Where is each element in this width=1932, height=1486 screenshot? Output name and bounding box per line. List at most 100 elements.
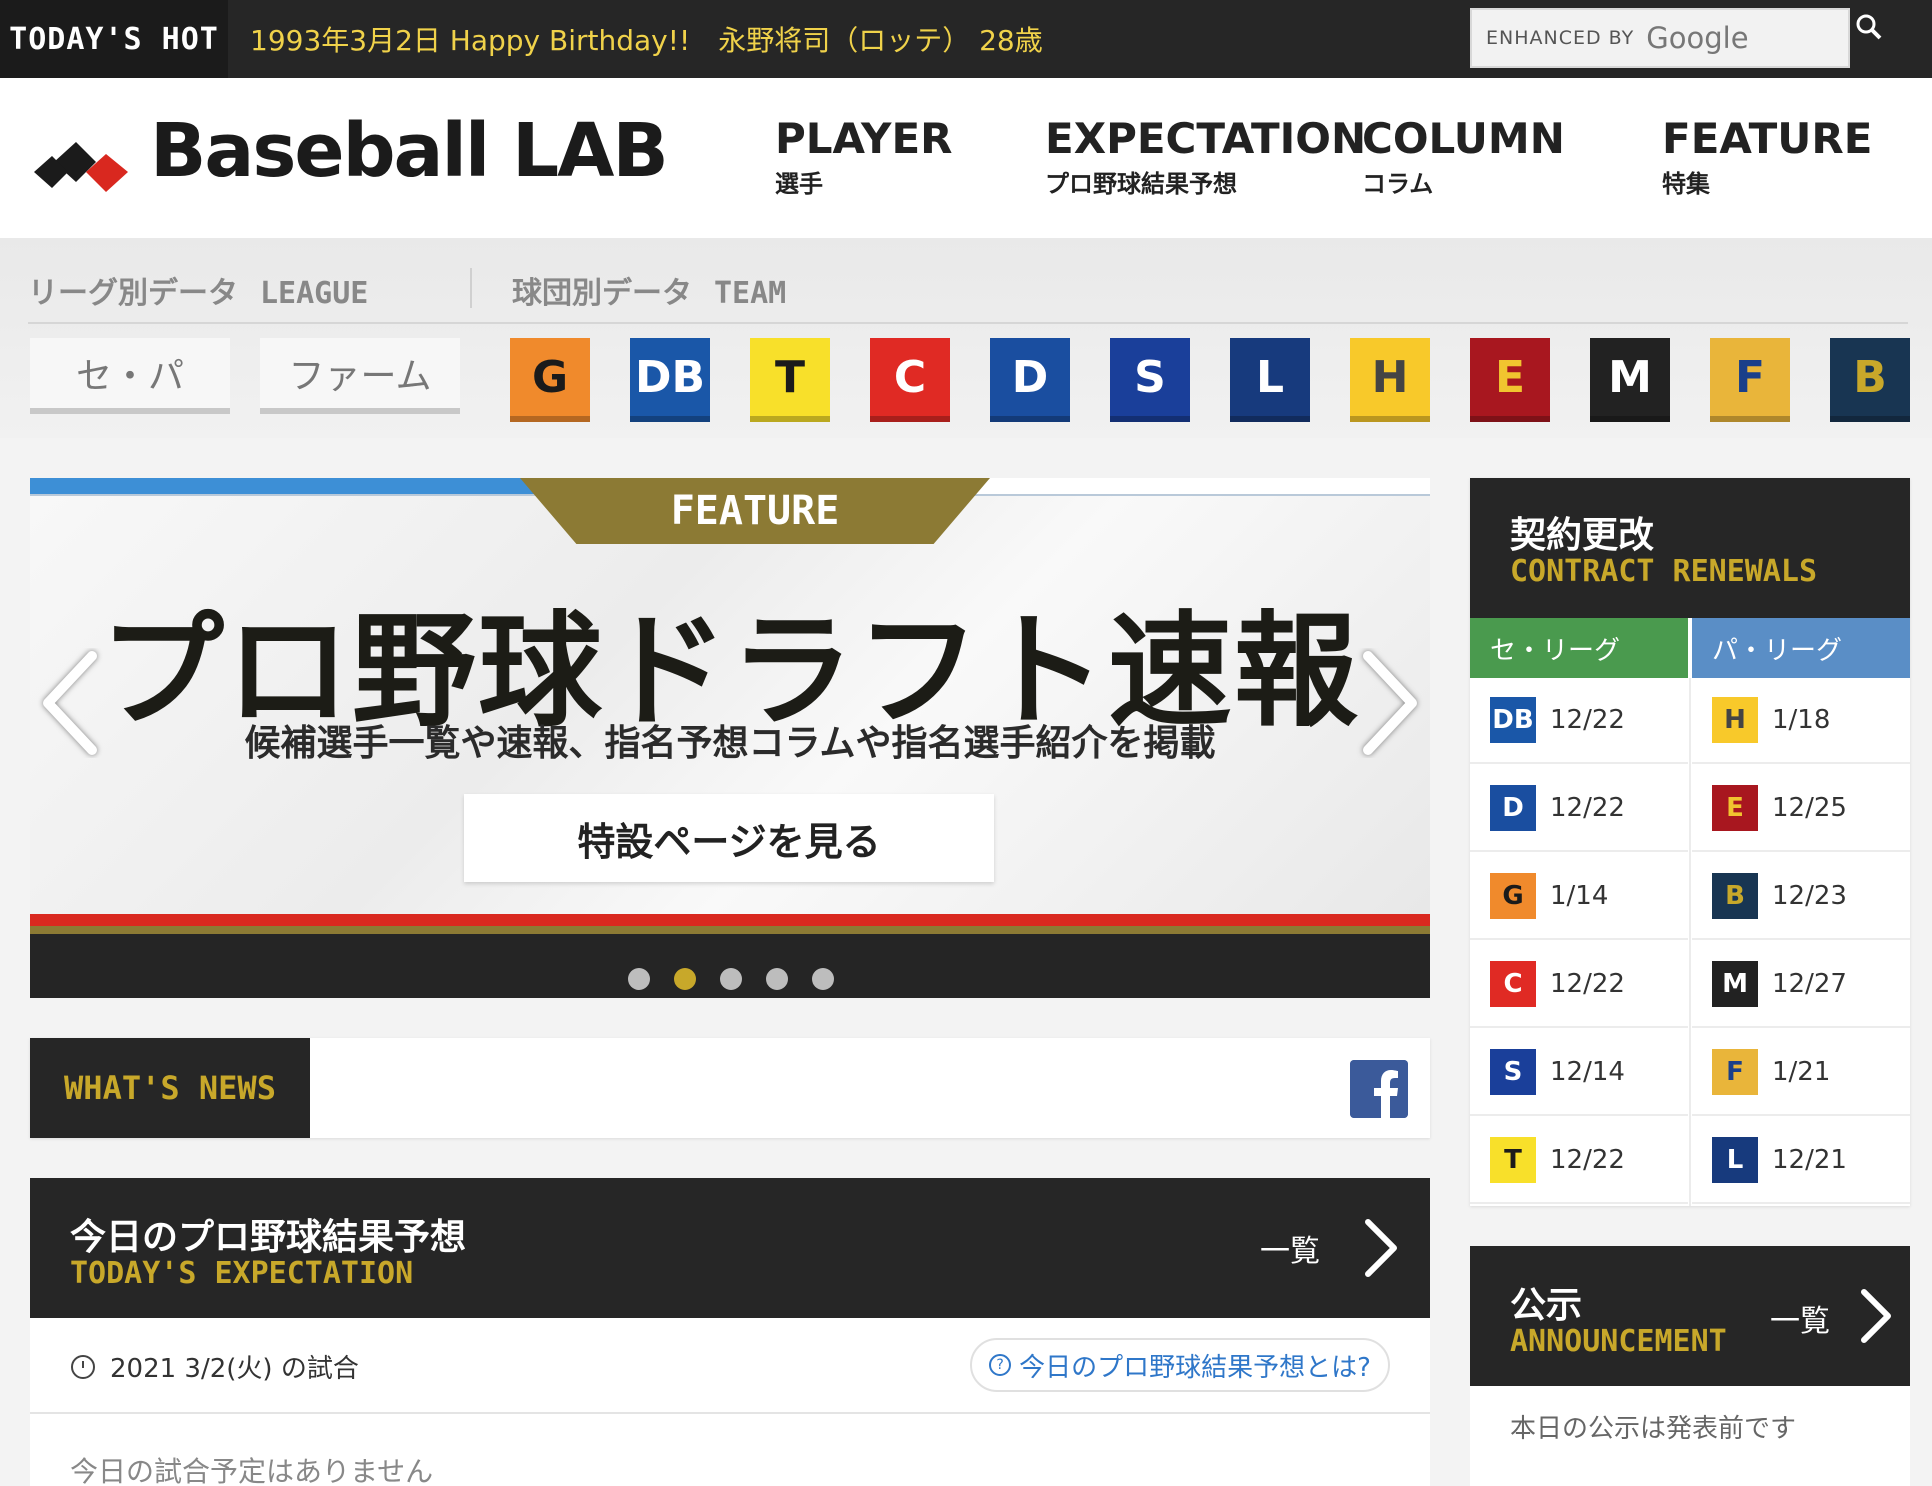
team-button-t[interactable]: T [750,338,830,422]
expectation-more-link[interactable]: 一覧 [1260,1226,1320,1270]
contract-row-e[interactable]: E 12/25 [1692,766,1910,852]
team-badge: B [1712,873,1758,919]
team-button-c[interactable]: C [870,338,950,422]
slider-cta-button[interactable]: 特設ページを見る [464,794,994,882]
team-button-b[interactable]: B [1830,338,1910,422]
contract-date: 1/21 [1772,1057,1831,1087]
contract-row-l[interactable]: L 12/21 [1692,1118,1910,1204]
expectation-title: 今日のプロ野球結果予想 [70,1217,467,1258]
top-bar: TODAY'S HOT 1993年3月2日 Happy Birthday!! 永… [0,0,1932,78]
slider-next-arrow-icon[interactable] [1354,648,1424,758]
band-divider [470,268,472,308]
contract-date: 12/23 [1772,881,1847,911]
contract-date: 1/14 [1550,881,1609,911]
contract-date: 12/22 [1550,1145,1625,1175]
whats-news-bar: WHAT'S NEWS [30,1038,1430,1138]
contract-row-h[interactable]: H 1/18 [1692,678,1910,764]
feature-ribbon: FEATURE [520,478,990,544]
announcement-panel: 公示 ANNOUNCEMENT 一覧 本日の公示は発表前です [1470,1246,1910,1486]
team-button-l[interactable]: L [1230,338,1310,422]
expectation-date: 2021 3/2(火) の試合 [110,1354,359,1384]
help-circle-icon: ? [989,1354,1012,1376]
slider-dot[interactable] [720,968,742,990]
central-league-header: セ・リーグ [1470,618,1688,678]
announcement-header: 公示 ANNOUNCEMENT 一覧 [1470,1246,1910,1386]
contract-title-en: CONTRACT RENEWALS [1510,554,1818,589]
contract-row-t[interactable]: T 12/22 [1470,1118,1688,1204]
team-button-g[interactable]: G [510,338,590,422]
team-button-db[interactable]: DB [630,338,710,422]
team-button-m[interactable]: M [1590,338,1670,422]
contract-row-c[interactable]: C 12/22 [1470,942,1688,1028]
search-icon[interactable] [1850,8,1890,48]
nav-expectation[interactable]: EXPECTATION プロ野球結果予想 [1045,116,1366,199]
team-button-d[interactable]: D [990,338,1070,422]
contract-row-d[interactable]: D 12/22 [1470,766,1688,852]
announcement-text: 本日の公示は発表前です [1510,1414,1797,1444]
slider-dot[interactable] [812,968,834,990]
team-badge: S [1490,1049,1536,1095]
team-button-f[interactable]: F [1710,338,1790,422]
team-badge: C [1490,961,1536,1007]
band-rule [28,322,1908,324]
feature-slider[interactable]: FEATURE プロ野球ドラフト速報 候補選手一覧や速報、指名予想コラムや指名選… [30,478,1430,998]
nav-player[interactable]: PLAYER 選手 [775,116,952,199]
slider-gold-stripe [30,926,1430,934]
contract-date: 12/22 [1550,793,1625,823]
contract-row-g[interactable]: G 1/14 [1470,854,1688,940]
contract-date: 12/22 [1550,969,1625,999]
team-badge: T [1490,1137,1536,1183]
expectation-header: 今日のプロ野球結果予想 TODAY'S EXPECTATION 一覧 [30,1178,1430,1318]
contract-row-s[interactable]: S 12/14 [1470,1030,1688,1116]
team-data-label: 球団別データ TEAM [512,276,787,311]
announcement-more-link[interactable]: 一覧 [1770,1296,1830,1340]
contract-header: 契約更改 CONTRACT RENEWALS [1470,478,1910,618]
nav-column[interactable]: COLUMN コラム [1362,116,1565,199]
contract-date: 12/27 [1772,969,1847,999]
chevron-right-icon[interactable] [1360,1216,1400,1280]
facebook-icon[interactable] [1350,1060,1408,1118]
team-badge: M [1712,961,1758,1007]
logo-mark-icon[interactable] [32,126,132,196]
contract-title: 契約更改 [1510,515,1655,556]
team-button-h[interactable]: H [1350,338,1430,422]
team-badge: E [1712,785,1758,831]
slider-prev-arrow-icon[interactable] [36,648,106,758]
league-data-label: リーグ別データ LEAGUE [28,276,369,311]
search-enhanced-label: ENHANCED BY [1486,27,1635,49]
contract-date: 12/25 [1772,793,1847,823]
contract-column-divider [1689,678,1691,1206]
contract-row-m[interactable]: M 12/27 [1692,942,1910,1028]
contract-row-f[interactable]: F 1/21 [1692,1030,1910,1116]
team-badge: F [1712,1049,1758,1095]
team-badge: G [1490,873,1536,919]
chevron-right-icon[interactable] [1858,1286,1894,1346]
team-button-e[interactable]: E [1470,338,1550,422]
slider-dot[interactable] [674,968,696,990]
contract-renewals-panel: 契約更改 CONTRACT RENEWALS セ・リーグ パ・リーグ DB 12/… [1470,478,1910,1206]
slider-dot[interactable] [766,968,788,990]
search-google-label: Google [1646,21,1749,55]
league-tab-se-pa[interactable]: セ・パ [30,338,230,414]
slider-red-stripe [30,914,1430,926]
team-button-s[interactable]: S [1110,338,1190,422]
slider-dot[interactable] [628,968,650,990]
contract-date: 12/14 [1550,1057,1625,1087]
league-team-band: リーグ別データ LEAGUE 球団別データ TEAM セ・パ ファーム G DB T C D… [0,238,1932,438]
team-badge: D [1490,785,1536,831]
contract-row-b[interactable]: B 12/23 [1692,854,1910,940]
pacific-league-header: パ・リーグ [1692,618,1910,678]
search-input[interactable]: ENHANCED BY Google [1470,8,1850,68]
league-tab-farm[interactable]: ファーム [260,338,460,414]
hot-ticker-text[interactable]: 1993年3月2日 Happy Birthday!! 永野将司（ロッテ） 28歳 [250,0,1043,78]
todays-hot-label: TODAY'S HOT [0,0,228,78]
expectation-about-link[interactable]: ? 今日のプロ野球結果予想とは? [970,1338,1390,1392]
team-badge: DB [1490,697,1536,743]
expectation-date-row: 2021 3/2(火) の試合 ? 今日のプロ野球結果予想とは? [30,1318,1430,1414]
slider-subtitle: 候補選手一覧や速報、指名予想コラムや指名選手紹介を掲載 [244,723,1216,764]
nav-feature[interactable]: FEATURE 特集 [1662,116,1872,199]
contract-row-db[interactable]: DB 12/22 [1470,678,1688,764]
site-logo[interactable]: Baseball LAB [150,108,669,194]
expectation-title-en: TODAY'S EXPECTATION [70,1256,414,1291]
contract-date: 12/21 [1772,1145,1847,1175]
